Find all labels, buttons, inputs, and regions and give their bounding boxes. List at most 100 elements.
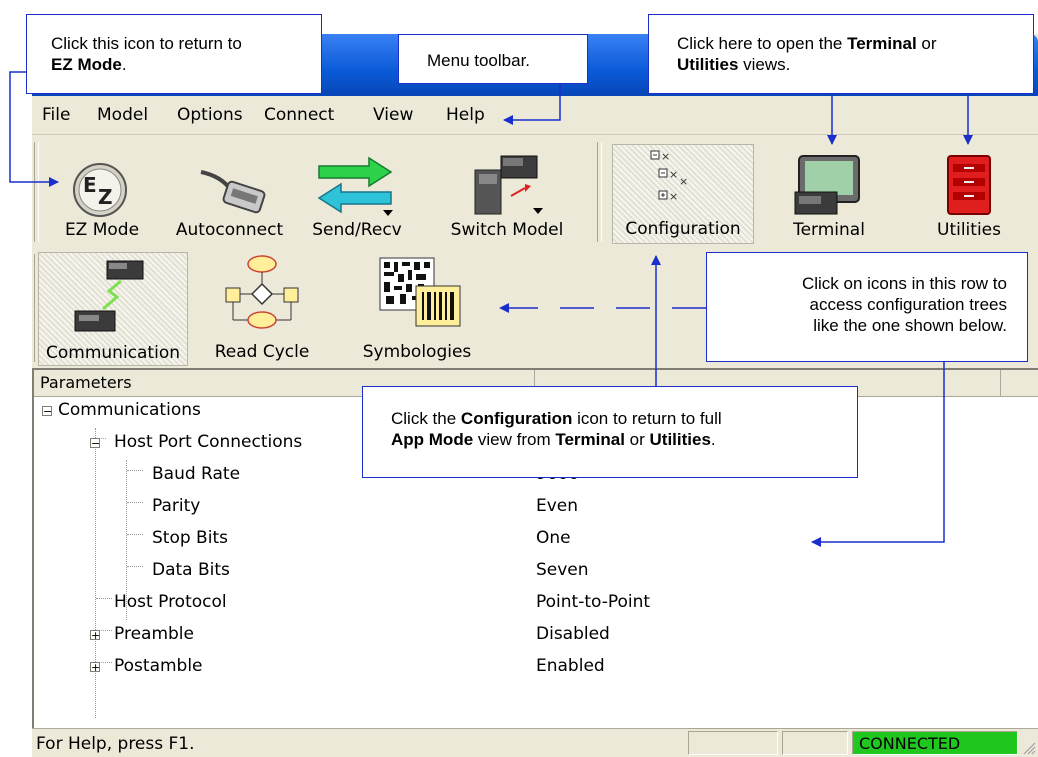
main-toolbar: E Z EZ Mode Autoconnect Send/Recv Switch…	[32, 136, 1038, 249]
menu-connect[interactable]: Connect	[264, 105, 334, 125]
menu-model[interactable]: Model	[97, 105, 148, 125]
views-callout-bold-1: Terminal	[847, 34, 917, 53]
data-bits-value[interactable]: Seven	[536, 560, 589, 580]
menu-help[interactable]: Help	[446, 105, 485, 125]
terminal-icon	[794, 155, 860, 215]
connection-status-text: CONNECTED	[859, 734, 961, 753]
ez-mode-button[interactable]: E Z EZ Mode	[42, 138, 162, 246]
menu-callout-text: Menu toolbar.	[427, 51, 531, 70]
ez-callout-text-2: .	[121, 55, 127, 74]
ez-callout-text-1: Click this icon to return to	[51, 34, 242, 53]
switch-model-label: Switch Model	[450, 220, 564, 240]
config-callout-bold-4: Utilities	[649, 430, 711, 449]
config-row-callout-line-3: like the one shown below.	[813, 316, 1007, 335]
resize-grip-icon[interactable]	[1022, 741, 1036, 755]
terminal-button[interactable]: Terminal	[764, 138, 894, 246]
tree-item-host-port-connections[interactable]: Host Port Connections	[114, 432, 302, 452]
autoconnect-button[interactable]: Autoconnect	[167, 138, 292, 246]
tree-item-postamble[interactable]: Postamble	[114, 656, 203, 676]
symbologies-barcode-icon	[379, 257, 461, 327]
communication-label: Communication	[46, 343, 180, 363]
preamble-value[interactable]: Disabled	[536, 624, 610, 644]
communication-button[interactable]: Communication	[38, 252, 188, 366]
postamble-value[interactable]: Enabled	[536, 656, 605, 676]
menu-options[interactable]: Options	[177, 105, 243, 125]
serial-cable-icon	[200, 170, 266, 214]
svg-text:E: E	[83, 173, 97, 197]
tree-item-data-bits[interactable]: Data Bits	[152, 560, 230, 580]
config-row-callout-line-2: access configuration trees	[809, 295, 1008, 314]
config-callout-text-4: or	[624, 430, 650, 449]
config-callout-text-1: Click the	[391, 409, 461, 428]
menu-toolbar-callout: Menu toolbar.	[398, 34, 588, 84]
status-bar: For Help, press F1. CONNECTED	[32, 728, 1038, 757]
menu-file[interactable]: File	[42, 105, 70, 125]
ez-callout-bold: EZ Mode	[51, 55, 122, 74]
config-callout-text-5: .	[710, 430, 716, 449]
svg-text:×: ×	[669, 168, 678, 181]
collapse-toggle[interactable]: −	[42, 406, 52, 417]
svg-text:×: ×	[661, 150, 670, 163]
symbologies-label: Symbologies	[362, 342, 472, 362]
read-cycle-button[interactable]: Read Cycle	[202, 252, 322, 366]
tree-line	[127, 534, 143, 535]
configuration-tree-icon: × × × ×	[650, 150, 688, 203]
tree-line	[127, 566, 143, 567]
menu-view[interactable]: View	[373, 105, 413, 125]
status-panel	[688, 731, 778, 755]
tree-line	[127, 502, 143, 503]
svg-text:×: ×	[679, 175, 688, 188]
tree-item-baud-rate[interactable]: Baud Rate	[152, 464, 240, 484]
expand-toggle[interactable]: +	[90, 662, 100, 673]
tree-item-preamble[interactable]: Preamble	[114, 624, 194, 644]
views-callout: Click here to open the Terminal or Utili…	[648, 14, 1034, 94]
terminal-label: Terminal	[793, 220, 865, 240]
tree-line	[96, 598, 112, 599]
svg-text:×: ×	[669, 190, 678, 203]
autoconnect-label: Autoconnect	[175, 220, 284, 240]
communication-icon	[74, 260, 144, 332]
read-cycle-label: Read Cycle	[214, 342, 310, 362]
views-callout-text-2: or	[916, 34, 937, 53]
ez-mode-icon: E Z	[73, 163, 127, 217]
expand-toggle[interactable]: +	[90, 630, 100, 641]
views-callout-text-1: Click here to open the	[677, 34, 848, 53]
config-callout-text-2: icon to return to full	[572, 409, 722, 428]
tree-line	[127, 470, 143, 471]
tree-line	[95, 428, 96, 718]
column-divider	[1000, 370, 1001, 396]
send-recv-label: Send/Recv	[312, 220, 402, 240]
read-cycle-flowchart-icon	[225, 255, 299, 329]
configuration-callout: Click the Configuration icon to return t…	[362, 386, 858, 478]
utilities-label: Utilities	[937, 220, 1001, 240]
tree-item-stop-bits[interactable]: Stop Bits	[152, 528, 228, 548]
toolbar-grip	[34, 142, 39, 242]
config-row-callout: Click on icons in this row to access con…	[706, 252, 1028, 362]
symbologies-button[interactable]: Symbologies	[352, 252, 482, 366]
menu-bar: File Model Options Connect View Help	[32, 96, 1038, 135]
switch-model-button[interactable]: Switch Model	[432, 138, 582, 246]
config-callout-bold-2: App Mode	[391, 430, 474, 449]
tree-item-communications[interactable]: Communications	[58, 400, 201, 420]
host-protocol-value[interactable]: Point-to-Point	[536, 592, 650, 612]
utilities-button[interactable]: Utilities	[910, 138, 1028, 246]
ez-mode-callout: Click this icon to return to EZ Mode.	[26, 14, 322, 94]
stop-bits-value[interactable]: One	[536, 528, 571, 548]
configuration-label: Configuration	[625, 219, 741, 239]
parameters-column-header[interactable]: Parameters	[40, 373, 132, 392]
configuration-button[interactable]: × × × × Configuration	[612, 144, 754, 244]
send-receive-arrows-icon	[317, 156, 393, 216]
svg-text:Z: Z	[98, 185, 113, 209]
config-row-callout-line-1: Click on icons in this row to	[801, 274, 1007, 293]
switch-model-icon	[474, 155, 543, 215]
send-recv-button[interactable]: Send/Recv	[297, 138, 417, 246]
parity-value[interactable]: Even	[536, 496, 578, 516]
config-callout-text-3: view from	[473, 430, 556, 449]
utilities-toolbox-icon	[947, 155, 991, 215]
tree-item-host-protocol[interactable]: Host Protocol	[114, 592, 227, 612]
tree-item-parity[interactable]: Parity	[152, 496, 200, 516]
connection-status-panel: CONNECTED	[852, 731, 1018, 755]
config-callout-bold-3: Terminal	[555, 430, 625, 449]
status-help-text: For Help, press F1.	[36, 734, 195, 754]
collapse-toggle[interactable]: −	[90, 438, 100, 449]
